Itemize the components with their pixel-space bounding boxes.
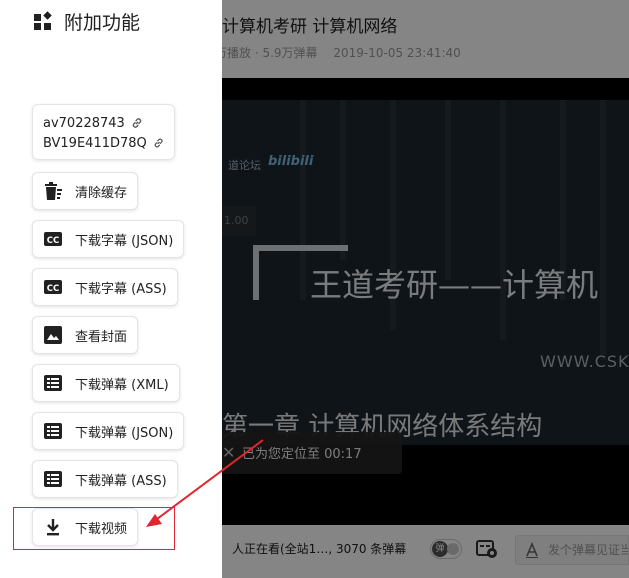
download-danmaku-ass-label: 下载弹幕 (ASS): [75, 473, 167, 489]
download-danmaku-json-button[interactable]: 下载弹幕 (JSON): [32, 412, 185, 450]
download-subtitle-json-button[interactable]: CC 下载字幕 (JSON): [32, 220, 185, 258]
extra-features-panel: 附加功能 av70228743 BV19E411D78Q 清除缓存 CC 下载字…: [0, 0, 222, 578]
list-icon: [44, 423, 62, 439]
view-cover-button[interactable]: 查看封面: [32, 316, 139, 354]
annotation-highlight-box: [13, 507, 175, 550]
clear-cache-label: 清除缓存: [75, 185, 128, 201]
list-icon: [44, 471, 62, 487]
download-subtitle-ass-button[interactable]: CC 下载字幕 (ASS): [32, 268, 178, 306]
clear-cache-button[interactable]: 清除缓存: [32, 172, 139, 210]
download-subtitle-ass-label: 下载字幕 (ASS): [75, 281, 167, 297]
link-icon[interactable]: [131, 117, 143, 129]
download-danmaku-ass-button[interactable]: 下载弹幕 (ASS): [32, 460, 178, 498]
svg-text:CC: CC: [47, 236, 59, 246]
svg-text:CC: CC: [47, 284, 59, 294]
image-icon: [44, 326, 62, 344]
link-icon[interactable]: [153, 137, 164, 149]
download-subtitle-json-label: 下载字幕 (JSON): [75, 233, 174, 249]
bv-id: BV19E411D78Q: [43, 135, 147, 151]
bv-id-row[interactable]: BV19E411D78Q: [43, 133, 164, 153]
list-icon: [44, 375, 62, 391]
panel-title: 附加功能: [64, 11, 141, 34]
panel-header: 附加功能: [33, 8, 140, 34]
video-id-card: av70228743 BV19E411D78Q: [32, 104, 175, 160]
widgets-icon: [34, 11, 52, 30]
download-danmaku-json-label: 下载弹幕 (JSON): [75, 425, 174, 441]
trash-icon: [45, 182, 62, 200]
av-id: av70228743: [43, 115, 125, 131]
view-cover-label: 查看封面: [75, 329, 128, 345]
cc-icon: CC: [44, 232, 62, 246]
download-danmaku-xml-button[interactable]: 下载弹幕 (XML): [32, 364, 180, 402]
download-danmaku-xml-label: 下载弹幕 (XML): [75, 377, 169, 393]
av-id-row[interactable]: av70228743: [43, 113, 164, 133]
cc-icon: CC: [44, 280, 62, 294]
